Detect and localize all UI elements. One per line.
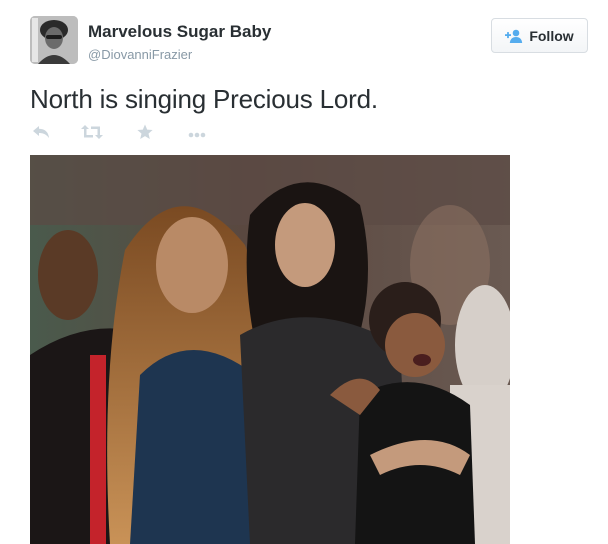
retweet-button[interactable] [79,122,105,146]
follow-button[interactable]: Follow [491,18,588,53]
reply-button[interactable] [28,122,54,146]
favorite-button[interactable] [132,122,158,146]
tweet-photo[interactable] [30,155,510,544]
user-handle[interactable]: @DiovanniFrazier [88,47,192,62]
star-icon [137,124,153,145]
more-icon [188,125,206,143]
tweet-card: Marvelous Sugar Baby @DiovanniFrazier Fo… [0,0,608,544]
more-button[interactable] [184,122,210,146]
tweet-text: North is singing Precious Lord. [30,84,378,114]
follow-button-label: Follow [529,27,574,44]
user-display-name[interactable]: Marvelous Sugar Baby [88,22,271,42]
add-user-icon [505,29,523,43]
avatar[interactable] [30,16,78,64]
retweet-icon [81,124,103,144]
reply-icon [32,125,50,144]
